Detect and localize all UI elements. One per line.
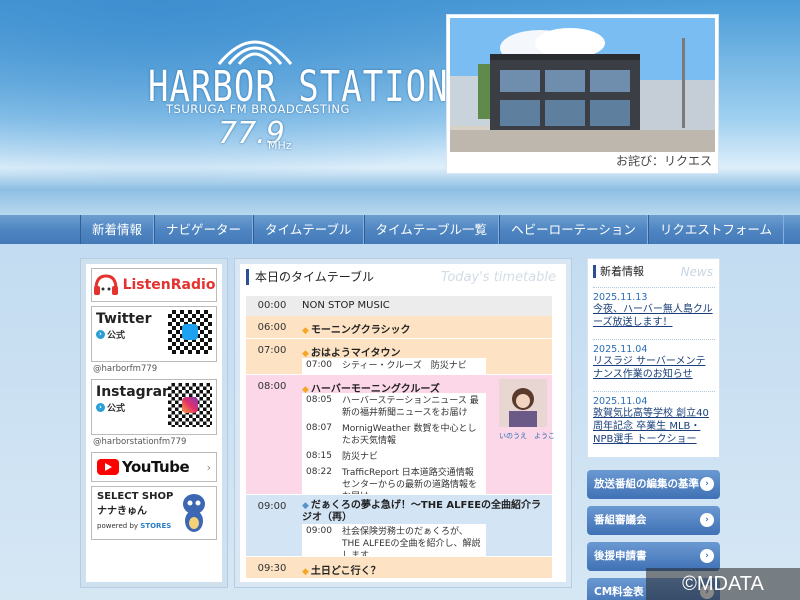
timeslot-time: 07:00 — [257, 345, 287, 356]
segment-row: 08:05 ハーバーステーションニュース 最新の福井新聞ニュースをお届け — [306, 395, 479, 418]
timetable-panel: 本日のタイムテーブル Today's timetable 00:00 NON S… — [234, 258, 572, 588]
segment-row: 08:07 MornigWeather 数賀を中心としたお天気情報 — [306, 423, 477, 446]
timeslot-time: 00:00 — [257, 300, 287, 311]
news-title-en: News — [680, 265, 713, 279]
navigator-name: いのうえ ようこ — [499, 432, 555, 440]
timetable-title: 本日のタイムテーブル — [246, 269, 374, 285]
chevron-right-icon: › — [96, 403, 105, 412]
twitter-banner[interactable]: Twitter › 公式 — [91, 306, 217, 362]
chevron-right-icon: › — [700, 549, 714, 563]
news-panel: 新着情報 News 2025.11.13 今夜、ハーバー無人島クルーズ放送します… — [587, 258, 720, 458]
diamond-bullet-icon: ◆ — [302, 567, 309, 577]
left-sidebar: ListenRadio Twitter › 公式 @harborfm779 Ins… — [80, 258, 228, 588]
program-segments: 08:05 ハーバーステーションニュース 最新の福井新聞ニュースをお届け 08:0… — [302, 393, 486, 505]
diamond-bullet-icon: ◆ — [302, 326, 309, 336]
header: HARBOR STATION TSURUGA FM BROADCASTING 7… — [0, 0, 800, 215]
photo-caption[interactable]: お詫び：リクエス — [616, 152, 712, 169]
twitter-handle: @harborfm779 — [93, 364, 158, 374]
instagram-official-label: 公式 — [107, 404, 126, 414]
news-title: 新着情報 — [593, 265, 644, 278]
youtube-label: YouTube — [122, 458, 190, 476]
logo-subtitle: TSURUGA FM BROADCASTING — [166, 102, 350, 116]
instagram-banner[interactable]: Instagram › 公式 — [91, 379, 217, 435]
news-link[interactable]: 敦賀気比高等学校 創立40周年記念 卒業生 MLB・NPB選手 トークショー — [593, 407, 715, 446]
stores-logo: STORES — [140, 522, 172, 530]
instagram-handle: @harborstationfm779 — [93, 437, 187, 447]
nav-item-request-form[interactable]: リクエストフォーム — [647, 215, 784, 244]
youtube-banner[interactable]: YouTube › — [91, 452, 217, 482]
timeslot-time: 09:30 — [257, 563, 287, 574]
news-date: 2025.11.04 — [593, 396, 648, 407]
diamond-bullet-icon: ◆ — [302, 501, 309, 511]
copyright-watermark: ©MDATA — [646, 568, 800, 600]
station-building-photo — [450, 18, 715, 152]
instagram-camera-icon — [182, 397, 198, 413]
twitter-bird-icon — [182, 324, 198, 340]
timetable-row[interactable]: 07:00 ◆ おはようマイタウン 07:00 シティー・クルーズ 防災ナビ — [246, 338, 552, 374]
timetable-row[interactable]: 09:00 ◆ だぁくろの夢よ急げ！〜THE ALFEEの全曲紹介ラジオ（再） 0… — [246, 494, 552, 564]
mascot-character-icon — [183, 494, 205, 532]
nav-item-news[interactable]: 新着情報 — [80, 215, 155, 244]
chevron-right-icon: › — [700, 477, 714, 491]
news-link[interactable]: 今夜、ハーバー無人島クルーズ放送します！ — [593, 303, 715, 329]
news-item[interactable]: 2025.11.04 リスラジ サーバーメンテナンス作業のお知らせ — [593, 339, 715, 381]
headphones-icon — [93, 274, 118, 295]
nav-item-navigator[interactable]: ナビゲーター — [154, 215, 254, 244]
program-title: ◆ おはようマイタウン — [302, 348, 401, 359]
timeslot-time: 09:00 — [257, 501, 287, 512]
timetable-row[interactable]: 06:00 ◆ モーニングクラシック — [246, 316, 552, 338]
news-date: 2025.11.13 — [593, 292, 648, 303]
youtube-play-icon — [97, 459, 119, 475]
segment-row: 08:15 防災ナビ — [306, 451, 379, 462]
chevron-right-icon: › — [206, 461, 211, 474]
nav-item-timetable-list[interactable]: タイムテーブル一覧 — [363, 215, 500, 244]
timeslot-time: 08:00 — [257, 381, 287, 392]
chevron-right-icon: › — [96, 330, 105, 339]
listenradio-label: ListenRadio — [122, 277, 216, 293]
program-title: ◆ 土日どこ行く？ — [302, 566, 381, 577]
timetable-title-en: Today's timetable — [441, 270, 556, 285]
navigator-photo[interactable]: いのうえ ようこ — [499, 379, 555, 440]
news-link[interactable]: リスラジ サーバーメンテナンス作業のお知らせ — [593, 355, 715, 381]
program-segments: 07:00 シティー・クルーズ 防災ナビ — [302, 358, 486, 374]
chevron-right-icon: › — [700, 513, 714, 527]
listenradio-banner[interactable]: ListenRadio — [91, 268, 217, 302]
station-logo[interactable]: HARBOR STATION TSURUGA FM BROADCASTING 7… — [140, 28, 448, 158]
timeslot-time: 06:00 — [257, 322, 287, 333]
select-shop-banner[interactable]: SELECT SHOP ナナきゅん powered by STORES — [91, 486, 217, 540]
logo-unit: MHz — [268, 139, 292, 152]
segment-row: 07:00 シティー・クルーズ 防災ナビ — [306, 360, 467, 371]
program-title: ◆ モーニングクラシック — [302, 325, 411, 336]
timetable-row[interactable]: 00:00 NON STOP MUSIC — [246, 296, 552, 316]
timetable-row[interactable]: 09:30 ◆ 土日どこ行く？ — [246, 556, 552, 578]
nav-item-timetable[interactable]: タイムテーブル — [253, 215, 364, 244]
program-title: ◆ だぁくろの夢よ急げ！〜THE ALFEEの全曲紹介ラジオ（再） — [302, 500, 542, 523]
news-item[interactable]: 2025.11.13 今夜、ハーバー無人島クルーズ放送します！ — [593, 287, 715, 329]
global-nav: 新着情報 ナビゲーター タイムテーブル タイムテーブル一覧 ヘビーローテーション… — [0, 215, 800, 244]
nav-item-heavy-rotation[interactable]: ヘビーローテーション — [499, 215, 648, 244]
broadcast-standards-button[interactable]: 放送番組の編集の基準 › — [587, 470, 720, 499]
news-date: 2025.11.04 — [593, 344, 648, 355]
twitter-official-label: 公式 — [107, 331, 126, 341]
news-item[interactable]: 2025.11.04 敦賀気比高等学校 創立40周年記念 卒業生 MLB・NPB… — [593, 391, 715, 446]
broadcast-waves-icon — [217, 40, 293, 65]
program-title: NON STOP MUSIC — [302, 300, 390, 311]
timetable-row[interactable]: 08:00 ◆ ハーバーモーニングクルーズ 08:05 ハーバーステーションニュース… — [246, 374, 555, 505]
header-photo-panel: お詫び：リクエス — [446, 14, 719, 174]
program-council-button[interactable]: 番組審議会 › — [587, 506, 720, 535]
sponsorship-application-button[interactable]: 後援申請書 › — [587, 542, 720, 571]
navigator-avatar — [499, 379, 547, 427]
